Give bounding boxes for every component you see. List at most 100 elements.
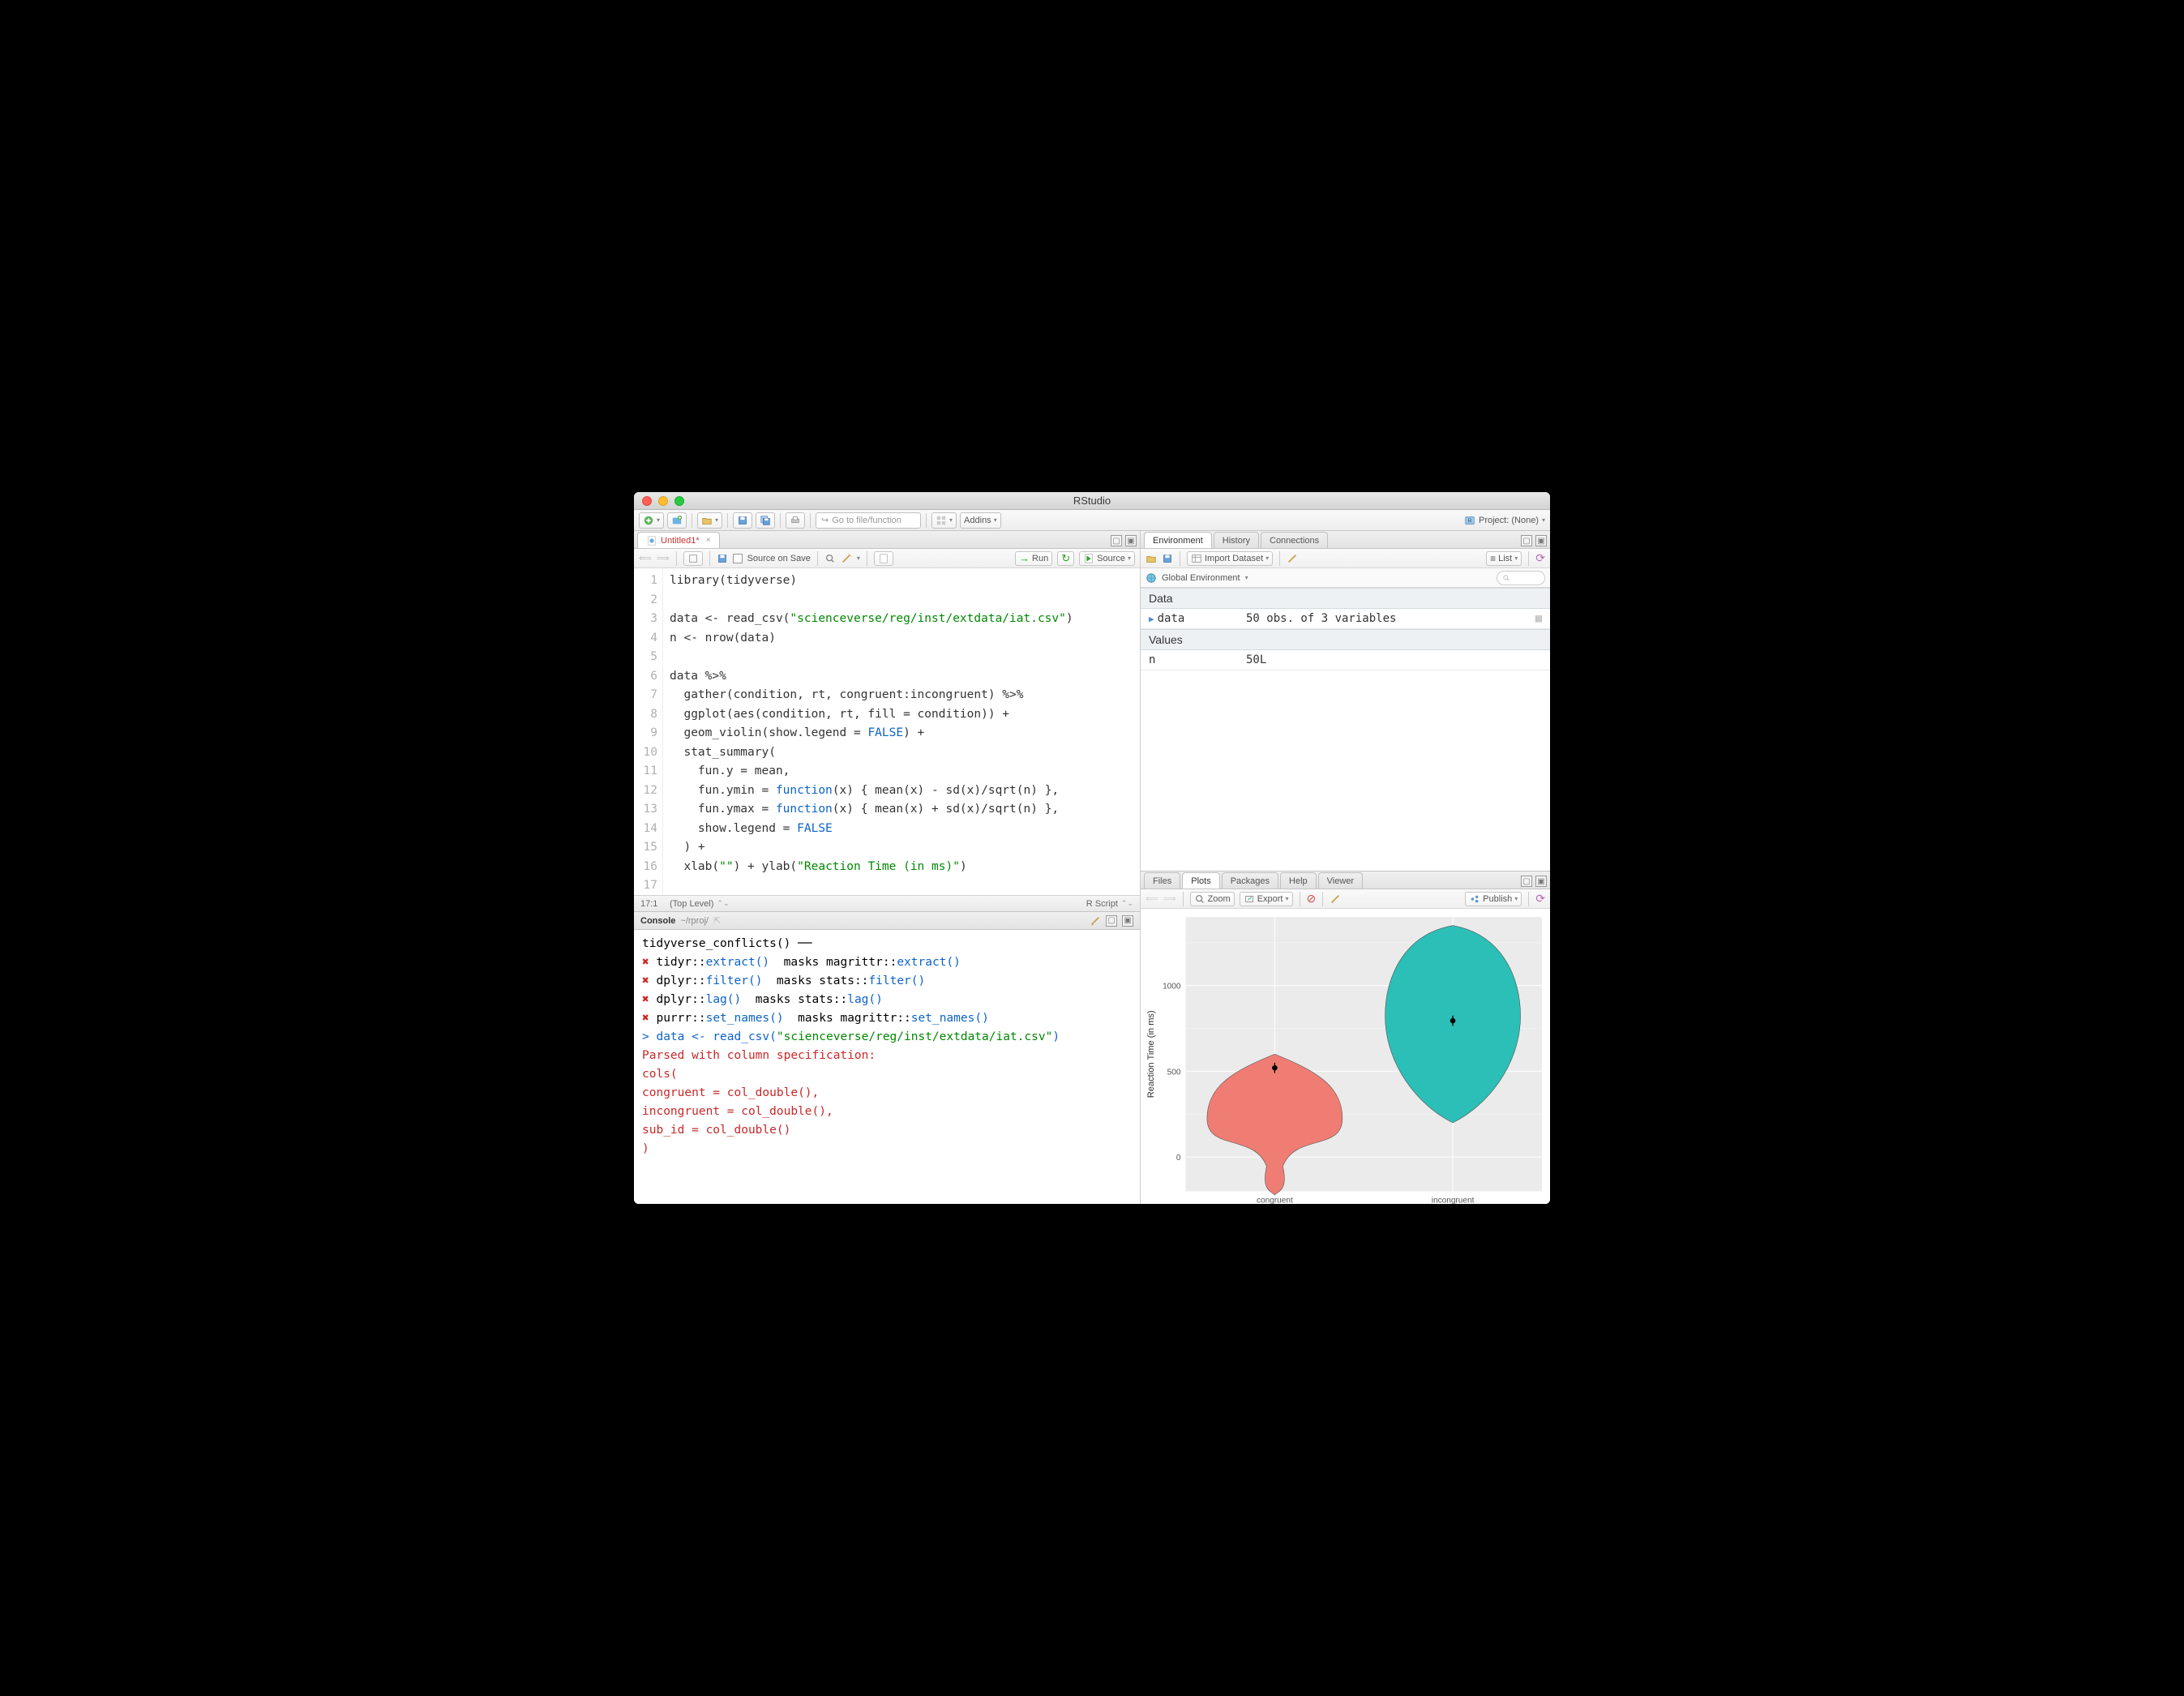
titlebar: RStudio [634,492,1550,510]
save-all-button[interactable] [756,512,775,529]
broom-icon[interactable] [1090,915,1101,927]
export-icon [1244,893,1255,905]
env-row[interactable]: ▶data 50 obs. of 3 variables ▦ [1141,609,1550,629]
rstudio-window: RStudio ▾ ▾ ↪ Go to file/function [634,492,1550,1204]
tab-connections[interactable]: Connections [1261,532,1328,548]
goto-placeholder: Go to file/function [832,516,901,525]
env-scope-row: Global Environment ▾ [1141,568,1550,588]
svg-text:1000: 1000 [1163,983,1181,991]
svg-text:500: 500 [1167,1068,1181,1077]
plots-toolbar: ⟸ ⟹ Zoom Export ▾ ⊘ [1141,889,1550,909]
project-picker[interactable]: R Project: (None) ▾ [1464,515,1545,526]
export-button[interactable]: Export ▾ [1240,892,1293,906]
source-button[interactable]: Source ▾ [1079,551,1135,566]
new-project-button[interactable] [667,512,687,529]
plot-next-icon[interactable]: ⟹ [1163,893,1176,904]
maximize-pane-icon[interactable]: ▣ [1125,535,1137,546]
console-maximize-icon[interactable]: ▣ [1122,915,1133,927]
line-gutter: 1234567891011121314151617 [634,568,663,895]
broom-icon[interactable] [1330,893,1341,905]
source-tab-untitled1[interactable]: Untitled1* × [637,532,720,548]
scope-label[interactable]: (Top Level) [670,899,713,909]
code-area[interactable]: library(tidyverse) data <- read_csv("sci… [663,568,1140,895]
refresh-plot-icon[interactable]: ⟳ [1535,892,1545,906]
publish-icon [1469,893,1480,905]
plots-minimize-icon[interactable]: ▢ [1521,876,1532,887]
list-view-button[interactable]: ≡ List ▾ [1486,551,1522,566]
source-on-save-checkbox[interactable] [733,554,743,563]
window-title: RStudio [634,495,1550,507]
tab-help[interactable]: Help [1280,872,1317,889]
plot-canvas: 05001000congruentincongruentReaction Tim… [1141,909,1550,1204]
console-header: Console ~/rproj/ ⇱ ▢ ▣ [634,912,1140,930]
rerun-button[interactable]: ↻ [1057,551,1074,566]
env-search-input[interactable] [1497,571,1545,585]
broom-icon[interactable] [1287,553,1298,564]
plot-prev-icon[interactable]: ⟸ [1146,893,1158,904]
source-toolbar: ⟸ ⟹ Source on Save ▾ → [634,549,1140,568]
env-toolbar: Import Dataset ▾ ≡ List ▾ ⟳ [1141,549,1550,568]
editor-status-bar: 17:1 (Top Level) ⌃⌄ R Script ⌃⌄ [634,895,1140,911]
addins-button[interactable]: Addins ▾ [960,512,1001,529]
env-maximize-icon[interactable]: ▣ [1535,535,1547,546]
tab-history[interactable]: History [1214,532,1259,548]
source-on-save-label: Source on Save [747,554,811,563]
run-button[interactable]: → Run [1015,551,1052,566]
close-tab-icon[interactable]: × [706,536,711,545]
find-icon[interactable] [824,553,836,564]
save-env-icon[interactable] [1162,553,1173,564]
grid-view-button[interactable]: ▾ [931,512,957,529]
r-file-icon [646,535,657,546]
svg-text:Reaction Time (in ms): Reaction Time (in ms) [1146,1010,1156,1098]
env-table: Data ▶data 50 obs. of 3 variables ▦ Valu… [1141,588,1550,871]
tab-files[interactable]: Files [1144,872,1180,889]
svg-text:R: R [1467,518,1471,524]
source-tabs: Untitled1* × ▢ ▣ [634,531,1140,549]
scope-chevron-icon: ⌃⌄ [717,899,729,908]
console-path: ~/rproj/ [680,916,709,926]
console-minimize-icon[interactable]: ▢ [1106,915,1117,927]
print-button[interactable] [786,512,805,529]
console-output[interactable]: tidyverse_conflicts() ──✖ tidyr::extract… [634,930,1140,1204]
save-button[interactable] [733,512,752,529]
nav-fwd-icon[interactable]: ⟹ [657,553,670,563]
plots-pane: Files Plots Packages Help Viewer ▢ ▣ ⟸ ⟹ [1141,872,1550,1204]
nav-back-icon[interactable]: ⟸ [639,553,652,563]
goto-file-input[interactable]: ↪ Go to file/function [816,512,921,529]
save-icon[interactable] [717,553,728,564]
popout-button[interactable] [683,551,703,566]
plots-maximize-icon[interactable]: ▣ [1535,876,1547,887]
svg-text:0: 0 [1176,1154,1181,1163]
env-row[interactable]: n 50L [1141,650,1550,670]
source-icon [1083,553,1094,564]
import-icon [1191,553,1202,564]
cursor-position: 17:1 [640,899,670,909]
open-file-button[interactable]: ▾ [697,512,722,529]
zoom-button[interactable]: Zoom [1190,892,1235,906]
run-arrow-icon: → [1019,552,1030,564]
tab-plots[interactable]: Plots [1182,872,1219,889]
publish-button[interactable]: Publish ▾ [1465,892,1522,906]
tab-environment[interactable]: Environment [1144,532,1212,548]
minimize-pane-icon[interactable]: ▢ [1111,535,1122,546]
open-env-icon[interactable] [1146,553,1157,564]
source-tab-label: Untitled1* [661,536,700,546]
console-popout-icon[interactable]: ⇱ [713,915,721,926]
main-toolbar: ▾ ▾ ↪ Go to file/function ▾ [634,510,1550,531]
code-editor[interactable]: 1234567891011121314151617 library(tidyve… [634,568,1140,895]
search-icon [1502,574,1510,582]
wand-icon[interactable] [841,553,852,564]
tab-viewer[interactable]: Viewer [1318,872,1363,889]
remove-plot-icon[interactable]: ⊘ [1307,892,1317,906]
plots-tabs: Files Plots Packages Help Viewer ▢ ▣ [1141,872,1550,889]
file-type-label[interactable]: R Script [1086,899,1118,909]
tab-packages[interactable]: Packages [1222,872,1278,889]
import-dataset-button[interactable]: Import Dataset ▾ [1187,551,1273,566]
globe-icon [1146,572,1157,584]
new-file-button[interactable]: ▾ [639,512,664,529]
compile-report-button[interactable] [874,551,893,566]
env-minimize-icon[interactable]: ▢ [1521,535,1532,546]
refresh-icon[interactable]: ⟳ [1535,551,1545,565]
env-scope-label[interactable]: Global Environment [1162,573,1240,583]
console-pane: Console ~/rproj/ ⇱ ▢ ▣ tidyverse_conflic… [634,912,1140,1204]
